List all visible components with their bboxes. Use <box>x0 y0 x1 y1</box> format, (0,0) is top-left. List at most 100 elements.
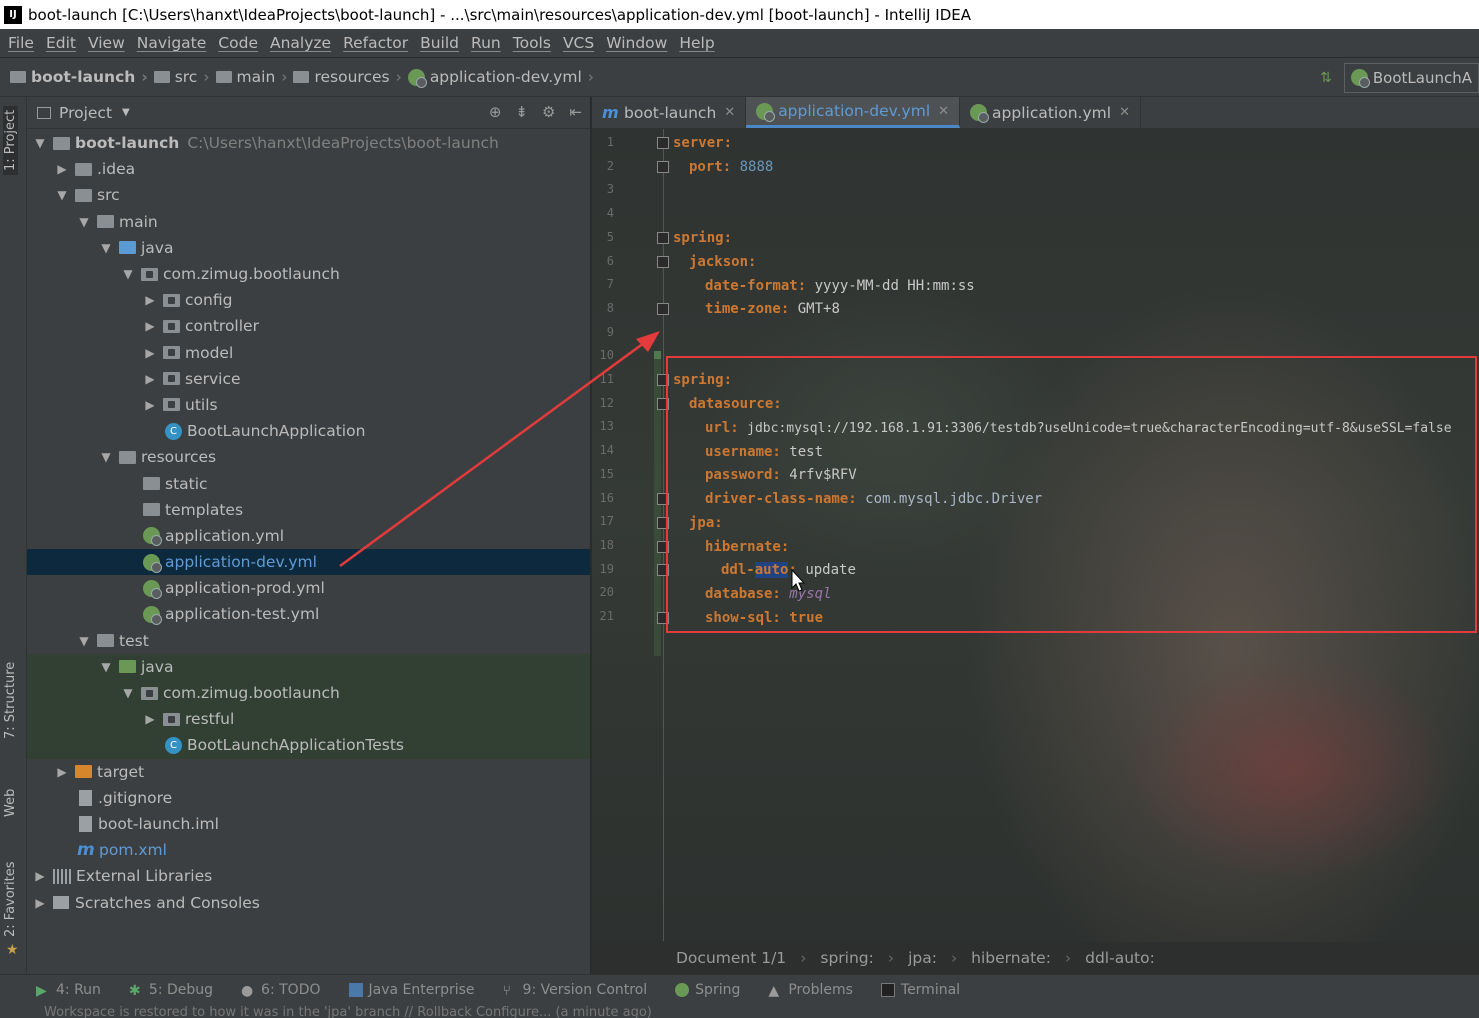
menu-vcs[interactable]: VCS <box>557 34 600 52</box>
tree-item-test[interactable]: ▼ test <box>27 628 590 654</box>
fold-marker-icon[interactable] <box>657 303 669 315</box>
expanded-arrow-icon[interactable]: ▼ <box>55 188 69 202</box>
collapse-all-icon[interactable]: ⇟ <box>515 103 528 121</box>
menu-view[interactable]: View <box>82 34 131 52</box>
tree-item-test-java[interactable]: ▼ java <box>27 653 590 680</box>
tab-application-yml[interactable]: application.yml ✕ <box>960 97 1141 128</box>
project-view-select[interactable]: Project <box>59 104 112 122</box>
tool-window-spring[interactable]: Spring <box>675 982 740 998</box>
tool-tab-project[interactable]: 1: Project <box>3 105 18 175</box>
tree-item-controller[interactable]: ▶ controller <box>27 313 590 339</box>
tree-item-config[interactable]: ▶ config <box>27 287 590 313</box>
fold-marker-icon[interactable] <box>657 137 669 149</box>
tool-window-version-control[interactable]: ⑂ 9: Version Control <box>503 982 648 999</box>
tree-item-templates[interactable]: templates <box>27 497 590 523</box>
expanded-arrow-icon[interactable]: ▼ <box>33 136 47 150</box>
editor-gutter[interactable]: 1 2 3 4 5 6 7 8 9 10 11 12 13 14 15 16 17 18 19 20 21 <box>592 129 669 941</box>
tree-item-gitignore[interactable]: .gitignore <box>27 785 590 811</box>
tree-item-application-dev-yml[interactable]: application-dev.yml <box>27 549 590 576</box>
expanded-arrow-icon[interactable]: ▼ <box>99 660 113 674</box>
expanded-arrow-icon[interactable]: ▼ <box>77 634 91 648</box>
vcs-update-icon[interactable]: ⇅ <box>1320 70 1332 86</box>
tree-item-utils[interactable]: ▶ utils <box>27 392 590 418</box>
tree-item-idea[interactable]: ▶ .idea <box>27 156 590 182</box>
breadcrumb-ddl-auto[interactable]: ddl-auto: <box>1085 949 1155 967</box>
fold-marker-icon[interactable] <box>657 232 669 244</box>
breadcrumb-spring[interactable]: spring: <box>820 949 873 967</box>
collapsed-arrow-icon[interactable]: ▶ <box>33 869 47 883</box>
menu-analyze[interactable]: Analyze <box>264 34 337 52</box>
collapsed-arrow-icon[interactable]: ▶ <box>55 162 69 176</box>
expanded-arrow-icon[interactable]: ▼ <box>121 686 135 700</box>
tool-tab-favorites[interactable]: 2: Favorites <box>3 861 18 937</box>
nav-crumb-project[interactable]: boot-launch › <box>10 68 154 86</box>
collapsed-arrow-icon[interactable]: ▶ <box>33 896 47 910</box>
tool-window-debug[interactable]: ✱ 5: Debug <box>129 982 213 999</box>
tree-item-application-prod-yml[interactable]: application-prod.yml <box>27 575 590 601</box>
collapsed-arrow-icon[interactable]: ▶ <box>143 712 157 726</box>
tool-window-todo[interactable]: ● 6: TODO <box>241 982 320 999</box>
tree-item-java[interactable]: ▼ java <box>27 235 590 261</box>
menu-navigate[interactable]: Navigate <box>131 34 213 52</box>
expanded-arrow-icon[interactable]: ▼ <box>77 215 91 229</box>
tool-window-run[interactable]: ▶ 4: Run <box>36 982 101 999</box>
tree-item-application-test-yml[interactable]: application-test.yml <box>27 601 590 627</box>
close-icon[interactable]: ✕ <box>1119 105 1130 120</box>
menu-run[interactable]: Run <box>465 34 507 52</box>
collapsed-arrow-icon[interactable]: ▶ <box>143 346 157 360</box>
tool-window-terminal[interactable]: Terminal <box>880 982 960 998</box>
tree-item-static[interactable]: static <box>27 470 590 496</box>
collapsed-arrow-icon[interactable]: ▶ <box>143 293 157 307</box>
expanded-arrow-icon[interactable]: ▼ <box>99 241 113 255</box>
collapsed-arrow-icon[interactable]: ▶ <box>55 765 69 779</box>
tab-application-dev-yml[interactable]: application-dev.yml ✕ <box>746 97 961 128</box>
collapsed-arrow-icon[interactable]: ▶ <box>143 398 157 412</box>
tree-item-src[interactable]: ▼ src <box>27 182 590 208</box>
tool-window-problems[interactable]: ▲ Problems <box>768 982 853 999</box>
tool-window-java-enterprise[interactable]: Java Enterprise <box>348 982 475 998</box>
breadcrumb-document[interactable]: Document 1/1 <box>676 949 786 967</box>
menu-window[interactable]: Window <box>600 34 673 52</box>
locate-file-icon[interactable]: ⊕ <box>489 103 502 121</box>
menu-code[interactable]: Code <box>212 34 264 52</box>
collapsed-arrow-icon[interactable]: ▶ <box>143 319 157 333</box>
tree-item-resources[interactable]: ▼ resources <box>27 444 590 470</box>
dropdown-arrow-icon[interactable]: ▼ <box>122 107 130 118</box>
tree-item-service[interactable]: ▶ service <box>27 366 590 392</box>
tree-item-application-yml[interactable]: application.yml <box>27 523 590 549</box>
tree-item-restful[interactable]: ▶ restful <box>27 706 590 733</box>
menu-edit[interactable]: Edit <box>40 34 82 52</box>
tree-item-external-libraries[interactable]: ▶ External Libraries <box>27 863 590 889</box>
close-icon[interactable]: ✕ <box>938 104 949 119</box>
tree-item-model[interactable]: ▶ model <box>27 340 590 366</box>
tree-item-scratches[interactable]: ▶ Scratches and Consoles <box>27 889 590 915</box>
tree-item-pom[interactable]: m pom.xml <box>27 837 590 863</box>
expanded-arrow-icon[interactable]: ▼ <box>99 450 113 464</box>
fold-marker-icon[interactable] <box>657 256 669 268</box>
menu-help[interactable]: Help <box>673 34 720 52</box>
tree-item-application-class[interactable]: C BootLaunchApplication <box>27 418 590 444</box>
breadcrumb-hibernate[interactable]: hibernate: <box>971 949 1051 967</box>
menu-build[interactable]: Build <box>414 34 465 52</box>
collapsed-arrow-icon[interactable]: ▶ <box>143 372 157 386</box>
menu-tools[interactable]: Tools <box>507 34 557 52</box>
expanded-arrow-icon[interactable]: ▼ <box>121 267 135 281</box>
run-configuration-select[interactable]: BootLaunchA <box>1343 62 1479 93</box>
close-icon[interactable]: ✕ <box>724 105 735 120</box>
tree-item-main[interactable]: ▼ main <box>27 209 590 235</box>
nav-crumb-main[interactable]: main › <box>215 68 294 86</box>
tree-item-iml[interactable]: boot-launch.iml <box>27 811 590 837</box>
nav-crumb-resources[interactable]: resources › <box>293 68 407 86</box>
tool-tab-web[interactable]: Web <box>3 789 18 817</box>
hide-panel-icon[interactable]: ⇤ <box>569 103 582 121</box>
tree-item-package[interactable]: ▼ com.zimug.bootlaunch <box>27 261 590 287</box>
breadcrumb-jpa[interactable]: jpa: <box>908 949 937 967</box>
tool-tab-structure[interactable]: 7: Structure <box>3 662 18 739</box>
menu-refactor[interactable]: Refactor <box>337 34 414 52</box>
tree-item-root[interactable]: ▼ boot-launch C:\Users\hanxt\IdeaProject… <box>27 130 590 156</box>
fold-marker-icon[interactable] <box>657 161 669 173</box>
vcs-change-marker[interactable] <box>654 351 661 359</box>
menu-file[interactable]: File <box>2 34 40 52</box>
tab-boot-launch[interactable]: m boot-launch ✕ <box>592 97 747 128</box>
tree-item-tests-class[interactable]: C BootLaunchApplicationTests <box>27 732 590 759</box>
